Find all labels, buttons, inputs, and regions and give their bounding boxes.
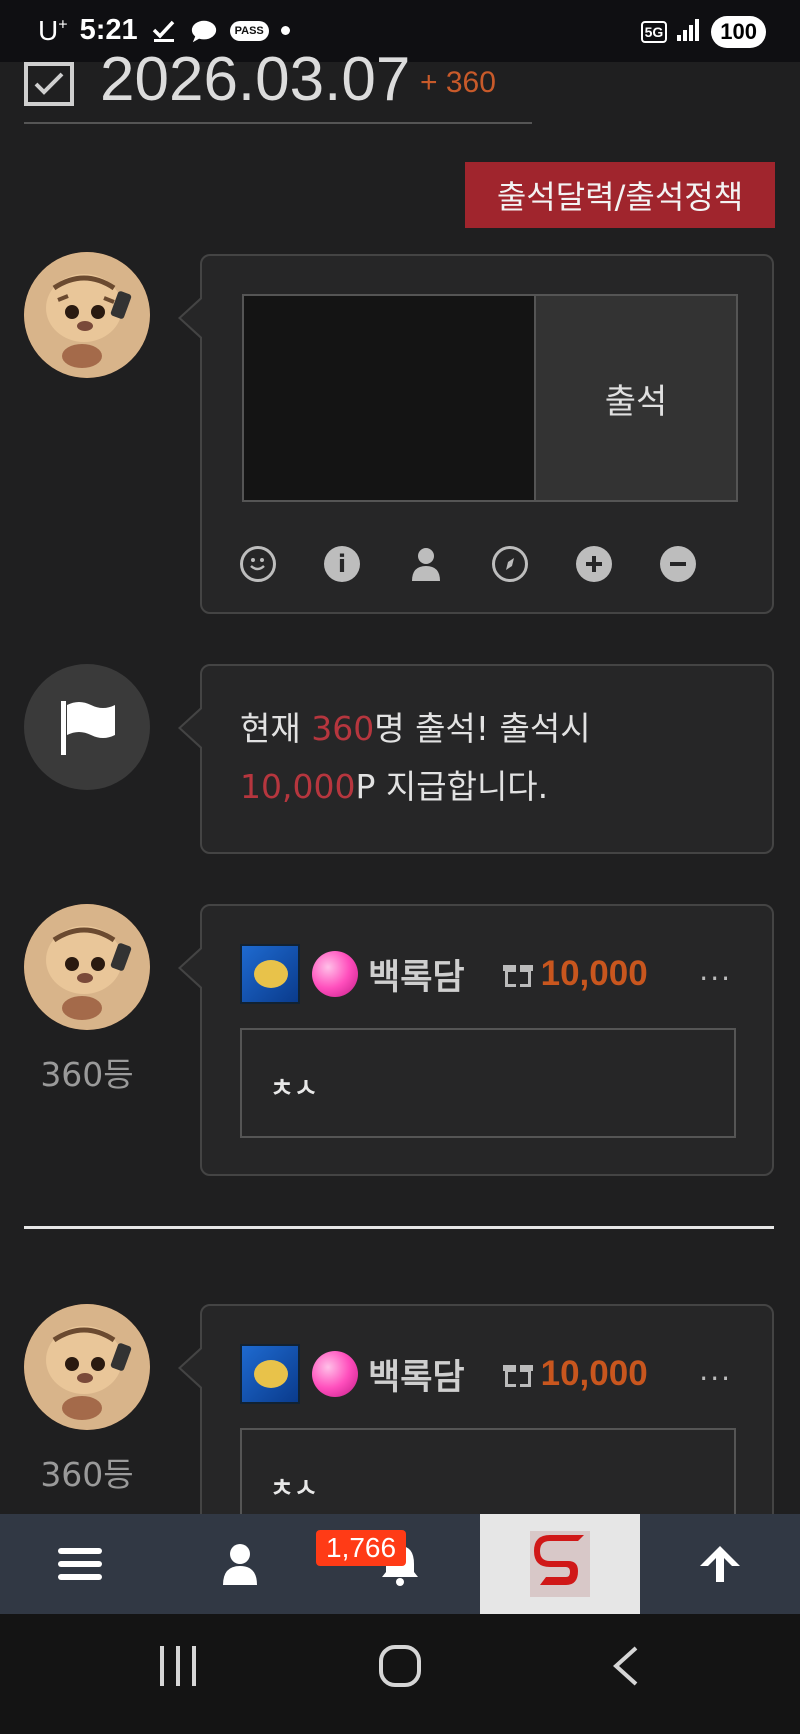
home-icon[interactable] (378, 1644, 422, 1692)
rank-label: 360등 (40, 1455, 134, 1494)
earned-points: 10,000 (540, 1354, 648, 1393)
author-name[interactable]: 백록담 (368, 1349, 465, 1400)
gift-icon (502, 959, 533, 989)
user-icon (223, 1544, 257, 1585)
rank-label: 360등 (40, 1055, 134, 1094)
avatar[interactable] (24, 1304, 150, 1430)
back-icon[interactable] (610, 1644, 640, 1692)
site-logo (530, 1531, 590, 1597)
menu-button[interactable] (0, 1514, 160, 1614)
menu-icon (58, 1548, 102, 1580)
avatar (24, 252, 150, 378)
comment-card: 백록담 10,000 ··· ㅊㅅ (178, 904, 774, 1176)
attendance-date: 2026.03.07 (100, 45, 411, 114)
more-notifications-dot (280, 26, 290, 35)
avatar[interactable] (24, 904, 150, 1030)
battery-indicator: 100 (711, 16, 766, 48)
pass-app-icon: PASS (229, 20, 269, 41)
member-badge-icon (312, 951, 358, 997)
level-icon (240, 1344, 300, 1404)
gift-icon (502, 1359, 533, 1389)
flag-avatar (24, 664, 150, 790)
comment-body: ㅊㅅ (240, 1028, 736, 1138)
attendee-count: 360 (311, 709, 375, 748)
attendance-comment-input[interactable] (242, 294, 536, 502)
attendance-form: 출석 i (178, 254, 774, 614)
user-icon[interactable] (408, 546, 444, 582)
profile-button[interactable] (160, 1514, 320, 1614)
checkbox-icon (24, 62, 74, 106)
system-nav-bar (0, 1614, 800, 1734)
notification-count-badge: 1,766 (316, 1530, 407, 1566)
attendance-increment: + 360 (420, 66, 496, 99)
emoji-toolbar: i (240, 546, 696, 582)
attendance-submit-button[interactable]: 출석 (536, 294, 738, 502)
network-5g-icon: 5G (640, 21, 668, 43)
more-options-icon[interactable]: ··· (699, 1362, 732, 1395)
info-icon[interactable]: i (324, 546, 360, 582)
section-divider (24, 1226, 774, 1229)
arrow-up-icon (700, 1546, 740, 1582)
flag-icon (61, 701, 115, 755)
member-badge-icon (312, 1351, 358, 1397)
more-options-icon[interactable]: ··· (699, 962, 732, 995)
compass-icon[interactable] (492, 546, 528, 582)
notice-text: 현재 360명 출석! 출석시 10,000P 지급합니다. (240, 709, 591, 806)
author-name[interactable]: 백록담 (368, 949, 465, 1000)
date-header: 2026.03.07 + 360 (24, 40, 532, 124)
earned-points: 10,000 (540, 954, 648, 993)
attendance-policy-button[interactable]: 출석달력/출석정책 (465, 162, 775, 228)
reward-points: 10,000 (240, 767, 356, 806)
smile-icon[interactable] (240, 546, 276, 582)
site-logo-button[interactable] (480, 1514, 640, 1614)
recent-apps-icon[interactable] (158, 1644, 198, 1692)
scroll-top-button[interactable] (640, 1514, 800, 1614)
plus-icon[interactable] (576, 546, 612, 582)
attendance-notice: 현재 360명 출석! 출석시 10,000P 지급합니다. (178, 664, 774, 854)
signal-icon (677, 19, 701, 45)
level-icon (240, 944, 300, 1004)
minus-icon[interactable] (660, 546, 696, 582)
